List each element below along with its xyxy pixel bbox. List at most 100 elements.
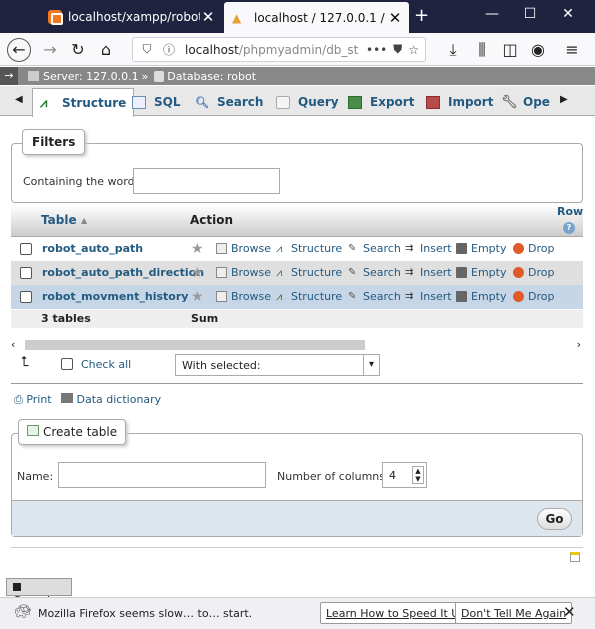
- pocket-icon[interactable]: ⛊: [393, 42, 402, 57]
- notification-message: Mozilla Firefox seems slow… to… start.: [38, 607, 253, 620]
- tab-query[interactable]: Query: [269, 88, 346, 116]
- wrench-icon: 🔧︎: [501, 94, 518, 110]
- action-empty-link[interactable]: Empty: [456, 290, 506, 303]
- tab-structure[interactable]: ⩘ Structure: [32, 88, 135, 117]
- table-row[interactable]: robot_auto_path ★ Browse ⩘ Structure ✎ Search ⇉…: [11, 237, 583, 261]
- action-search-link[interactable]: ✎ Search: [348, 290, 401, 303]
- collapse-arrow-icon[interactable]: →: [0, 67, 18, 85]
- row-checkbox[interactable]: [20, 267, 32, 279]
- browser-tab-phpmyadmin[interactable]: ▲ localhost / 127.0.0.1 / robot | ✕: [224, 2, 409, 33]
- table-name-input[interactable]: [58, 462, 266, 488]
- url-bar[interactable]: ⛉ ⓘ localhost/phpmyadmin/db_st ••• ⛊ ☆: [132, 37, 426, 62]
- help-icon[interactable]: ?: [563, 222, 575, 234]
- new-tab-icon[interactable]: +: [414, 5, 429, 26]
- minimize-icon[interactable]: —: [477, 6, 507, 22]
- with-selected-select[interactable]: With selected: ▾: [175, 354, 380, 376]
- close-notification-icon[interactable]: ✕: [563, 603, 576, 621]
- close-window-icon[interactable]: ✕: [553, 6, 583, 22]
- action-label: Search: [363, 290, 401, 303]
- action-insert-link[interactable]: ⇉ Insert: [405, 290, 452, 303]
- search-icon: ✎: [348, 267, 357, 278]
- scroll-right-icon[interactable]: ›: [577, 338, 581, 351]
- stepper-icon[interactable]: ▲ ▼: [412, 466, 424, 484]
- account-icon[interactable]: ◉: [526, 38, 550, 62]
- tab-import[interactable]: Import: [419, 88, 500, 116]
- tab-operations[interactable]: 🔧︎ Ope: [494, 88, 557, 116]
- action-structure-link[interactable]: ⩘ Structure: [276, 242, 342, 255]
- chevron-down-icon: ▾: [363, 355, 379, 375]
- scroll-left-icon[interactable]: ‹: [11, 338, 15, 351]
- url-text[interactable]: localhost/phpmyadmin/db_st: [185, 43, 366, 57]
- row-checkbox[interactable]: [20, 291, 32, 303]
- turtle-icon: 🐢︎: [14, 604, 32, 620]
- forward-icon[interactable]: →: [38, 38, 62, 62]
- maximize-icon[interactable]: ☐: [515, 6, 545, 22]
- go-button[interactable]: Go: [537, 508, 572, 530]
- action-browse-link[interactable]: Browse: [216, 242, 271, 255]
- table-name-link[interactable]: robot_auto_path_direction: [42, 266, 204, 279]
- reload-icon[interactable]: ↻: [66, 38, 90, 62]
- check-all-checkbox[interactable]: [61, 358, 73, 370]
- action-structure-link[interactable]: ⩘ Structure: [276, 290, 342, 303]
- horizontal-scrollbar[interactable]: ‹ ›: [11, 338, 583, 351]
- filter-input[interactable]: [133, 168, 280, 194]
- shield-icon[interactable]: ⛉: [139, 42, 155, 57]
- action-browse-link[interactable]: Browse: [216, 266, 271, 279]
- create-table-icon: [27, 425, 39, 436]
- dont-tell-button[interactable]: Don't Tell Me Again: [455, 602, 573, 624]
- bookmark-star-icon[interactable]: ☆: [408, 43, 419, 57]
- scroll-left-icon[interactable]: ◀: [15, 94, 23, 105]
- action-drop-link[interactable]: Drop: [513, 290, 554, 303]
- table-name-link[interactable]: robot_movment_history: [42, 290, 188, 303]
- back-icon[interactable]: ←: [7, 38, 31, 62]
- create-table-legend[interactable]: Create table: [18, 419, 127, 445]
- action-empty-link[interactable]: Empty: [456, 242, 506, 255]
- favorite-star-icon[interactable]: ★: [191, 265, 204, 281]
- menu-icon[interactable]: ≡: [560, 38, 584, 62]
- print-link[interactable]: ⎙ Print: [14, 393, 52, 407]
- close-tab-icon[interactable]: ✕: [200, 8, 216, 26]
- breadcrumb-server[interactable]: Server: 127.0.0.1: [43, 70, 139, 83]
- tab-sql[interactable]: SQL: [125, 88, 188, 116]
- data-dictionary-link[interactable]: Data dictionary: [61, 393, 161, 406]
- columns-count-input[interactable]: 4 ▲ ▼: [382, 462, 427, 488]
- close-tab-icon[interactable]: ✕: [387, 9, 403, 27]
- action-empty-link[interactable]: Empty: [456, 266, 506, 279]
- action-browse-link[interactable]: Browse: [216, 290, 271, 303]
- action-label: Browse: [231, 242, 272, 255]
- home-icon[interactable]: ⌂: [94, 38, 118, 62]
- check-all-label[interactable]: Check all: [81, 358, 131, 371]
- table-row[interactable]: robot_movment_history ★ Browse ⩘ Structure ✎ S…: [11, 285, 583, 309]
- page-settings-icon[interactable]: [570, 552, 580, 562]
- page-actions-icon[interactable]: •••: [366, 43, 387, 57]
- scrollbar-thumb[interactable]: [25, 340, 365, 350]
- action-search-link[interactable]: ✎ Search: [348, 266, 401, 279]
- action-insert-link[interactable]: ⇉ Insert: [405, 242, 452, 255]
- sort-table-header[interactable]: Table: [41, 213, 77, 227]
- console-toggle[interactable]: Console: [6, 578, 72, 607]
- rows-header[interactable]: Row: [557, 205, 583, 218]
- tab-export[interactable]: Export: [341, 88, 421, 116]
- favorite-star-icon[interactable]: ★: [191, 289, 204, 305]
- table-name-link[interactable]: robot_auto_path: [42, 242, 143, 255]
- action-drop-link[interactable]: Drop: [513, 266, 554, 279]
- browser-tab-xampp[interactable]: localhost/xampp/robot_mov ✕: [40, 4, 222, 30]
- learn-speed-button[interactable]: Learn How to Speed It Up: [320, 602, 473, 624]
- action-structure-link[interactable]: ⩘ Structure: [276, 266, 342, 279]
- scroll-right-icon[interactable]: ▶: [560, 94, 568, 105]
- filter-label: Containing the word:: [23, 175, 139, 188]
- action-search-link[interactable]: ✎ Search: [348, 242, 401, 255]
- action-insert-link[interactable]: ⇉ Insert: [405, 266, 452, 279]
- row-checkbox[interactable]: [20, 243, 32, 255]
- sidebar-icon[interactable]: ◫: [498, 38, 522, 62]
- table-row[interactable]: robot_auto_path_direction ★ Browse ⩘ Structu…: [11, 261, 583, 285]
- tab-search[interactable]: 🔍︎ Search: [188, 88, 270, 116]
- action-drop-link[interactable]: Drop: [513, 242, 554, 255]
- dont-tell-label: Don't Tell Me Again: [461, 607, 567, 620]
- info-icon[interactable]: ⓘ: [161, 41, 177, 58]
- favorite-star-icon[interactable]: ★: [191, 241, 204, 257]
- download-icon[interactable]: ⤓: [441, 38, 465, 62]
- search-icon: ✎: [348, 291, 357, 302]
- breadcrumb-database[interactable]: Database: robot: [167, 70, 256, 83]
- library-icon[interactable]: ⫼: [470, 38, 494, 62]
